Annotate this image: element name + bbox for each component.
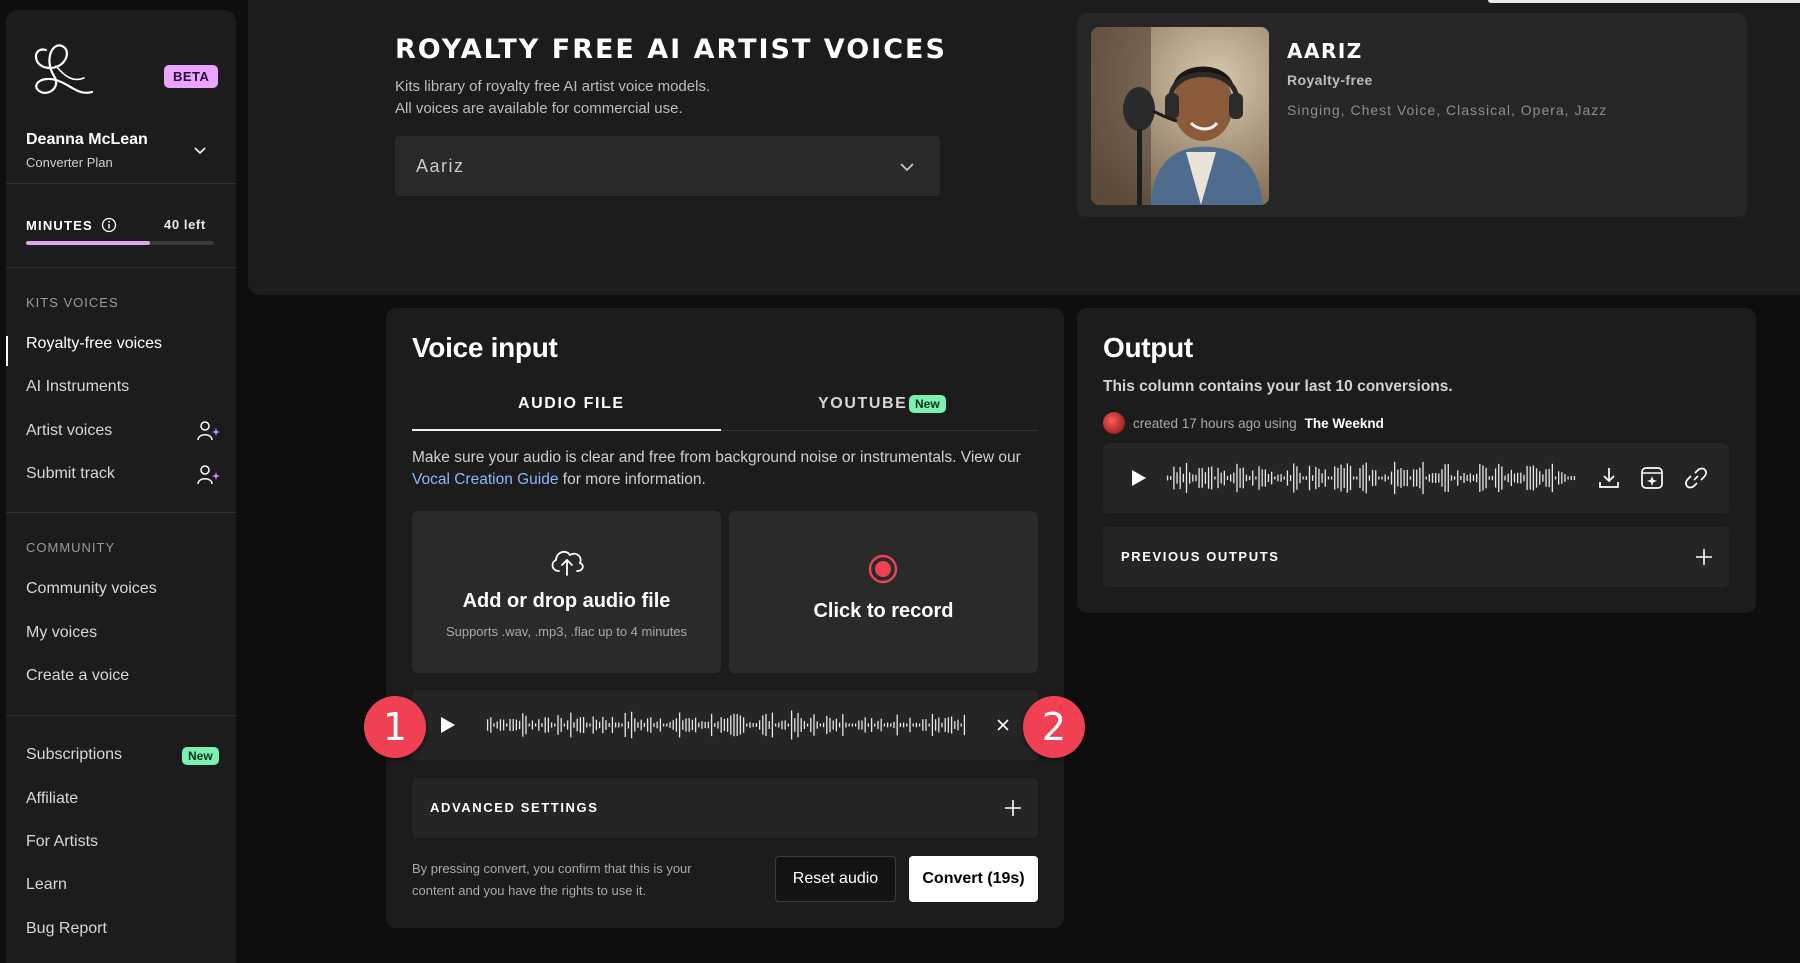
kits-logo[interactable]	[26, 38, 96, 104]
plus-icon	[1005, 800, 1021, 816]
new-badge: New	[909, 395, 946, 413]
user-sparkle-icon	[197, 465, 220, 485]
annotation-marker-1: 1	[364, 696, 426, 758]
minutes-progress-fill	[26, 241, 151, 245]
chevron-down-icon	[900, 163, 914, 172]
link-icon[interactable]	[1683, 465, 1709, 491]
nav-community-voices[interactable]: Community voices	[26, 580, 157, 598]
divider	[6, 715, 236, 716]
reset-audio-button[interactable]: Reset audio	[775, 856, 896, 902]
close-icon[interactable]	[996, 718, 1010, 732]
output-title: Output	[1103, 332, 1193, 363]
page-title: ROYALTY FREE AI ARTIST VOICES	[395, 34, 947, 65]
play-icon[interactable]	[1131, 469, 1147, 487]
top-edge	[1488, 0, 1800, 3]
artist-portrait	[1091, 27, 1269, 205]
user-sparkle-icon	[197, 421, 220, 441]
nav-learn[interactable]: Learn	[26, 876, 67, 894]
previous-outputs-label: PREVIOUS OUTPUTS	[1121, 549, 1280, 564]
record-icon	[868, 554, 898, 584]
new-badge: New	[182, 747, 219, 765]
tab-audio-file[interactable]: AUDIO FILE	[518, 395, 625, 413]
output-waveform[interactable]	[1166, 453, 1576, 503]
divider	[6, 512, 236, 513]
nav-submit-track[interactable]: Submit track	[26, 465, 115, 483]
voice-select-value: Aariz	[416, 156, 465, 176]
input-waveform[interactable]	[486, 700, 966, 750]
section-title-community: COMMUNITY	[26, 540, 116, 555]
artist-tags: Singing, Chest Voice, Classical, Opera, …	[1287, 102, 1608, 118]
nav-ai-instruments[interactable]: AI Instruments	[26, 378, 129, 396]
nav-bug-report[interactable]: Bug Report	[26, 920, 107, 938]
info-icon[interactable]	[101, 217, 117, 233]
nav-create-a-voice[interactable]: Create a voice	[26, 667, 129, 685]
audio-hint: Make sure your audio is clear and free f…	[412, 449, 1021, 488]
download-icon[interactable]	[1596, 465, 1622, 491]
nav-royalty-free-voices[interactable]: Royalty-free voices	[26, 335, 162, 353]
minutes-left: 40 left	[164, 217, 206, 232]
voice-select[interactable]: Aariz	[395, 136, 940, 196]
record-button[interactable]: Click to record	[729, 511, 1038, 673]
avatar	[1103, 412, 1125, 434]
active-indicator	[6, 336, 8, 366]
video-sparkle-icon[interactable]	[1639, 465, 1665, 491]
plus-icon	[1696, 549, 1712, 565]
output-audio-player	[1103, 443, 1729, 513]
nav-affiliate[interactable]: Affiliate	[26, 790, 78, 808]
play-icon[interactable]	[440, 716, 456, 734]
artist-name: AARIZ	[1287, 39, 1363, 63]
record-title: Click to record	[813, 600, 954, 622]
upload-dropzone[interactable]: Add or drop audio file Supports .wav, .m…	[412, 511, 721, 673]
convert-button[interactable]: Convert (19s)	[909, 856, 1038, 902]
user-name[interactable]: Deanna McLean	[26, 131, 148, 149]
tab-youtube[interactable]: YOUTUBE	[818, 395, 907, 413]
artist-license: Royalty-free	[1287, 72, 1373, 88]
previous-outputs[interactable]: PREVIOUS OUTPUTS	[1103, 527, 1729, 587]
chevron-down-icon[interactable]	[192, 142, 208, 158]
sidebar: BETA Deanna McLean Converter Plan MINUTE…	[6, 10, 236, 963]
voice-input-title: Voice input	[412, 332, 558, 363]
beta-badge: BETA	[164, 65, 219, 88]
output-meta: created 17 hours ago using The Weeknd	[1103, 412, 1384, 434]
legal-note: By pressing convert, you confirm that th…	[412, 861, 692, 898]
minutes-label: MINUTES	[26, 217, 117, 233]
cloud-upload-icon	[551, 550, 584, 576]
output-description: This column contains your last 10 conver…	[1103, 378, 1453, 395]
advanced-settings[interactable]: ADVANCED SETTINGS	[412, 778, 1038, 838]
divider	[6, 183, 236, 184]
minutes-progress	[26, 241, 214, 245]
artist-card: AARIZ Royalty-free Singing, Chest Voice,…	[1077, 13, 1747, 217]
section-title-kits-voices: KITS VOICES	[26, 295, 119, 310]
annotation-marker-2: 2	[1023, 696, 1085, 758]
divider	[6, 267, 236, 268]
nav-my-voices[interactable]: My voices	[26, 624, 97, 642]
user-plan: Converter Plan	[26, 155, 113, 170]
tab-active-indicator	[412, 429, 721, 431]
advanced-settings-label: ADVANCED SETTINGS	[430, 800, 599, 815]
upload-subtitle: Supports .wav, .mp3, .flac up to 4 minut…	[445, 624, 688, 639]
nav-subscriptions[interactable]: Subscriptions	[26, 746, 122, 764]
input-audio-player	[412, 690, 1038, 760]
output-artist: The Weeknd	[1304, 415, 1384, 431]
vocal-creation-guide-link[interactable]: Vocal Creation Guide	[412, 471, 558, 488]
nav-artist-voices[interactable]: Artist voices	[26, 422, 112, 440]
nav-for-artists[interactable]: For Artists	[26, 833, 98, 851]
page-subtitle: Kits library of royalty free AI artist v…	[395, 78, 711, 117]
upload-title: Add or drop audio file	[462, 590, 671, 612]
